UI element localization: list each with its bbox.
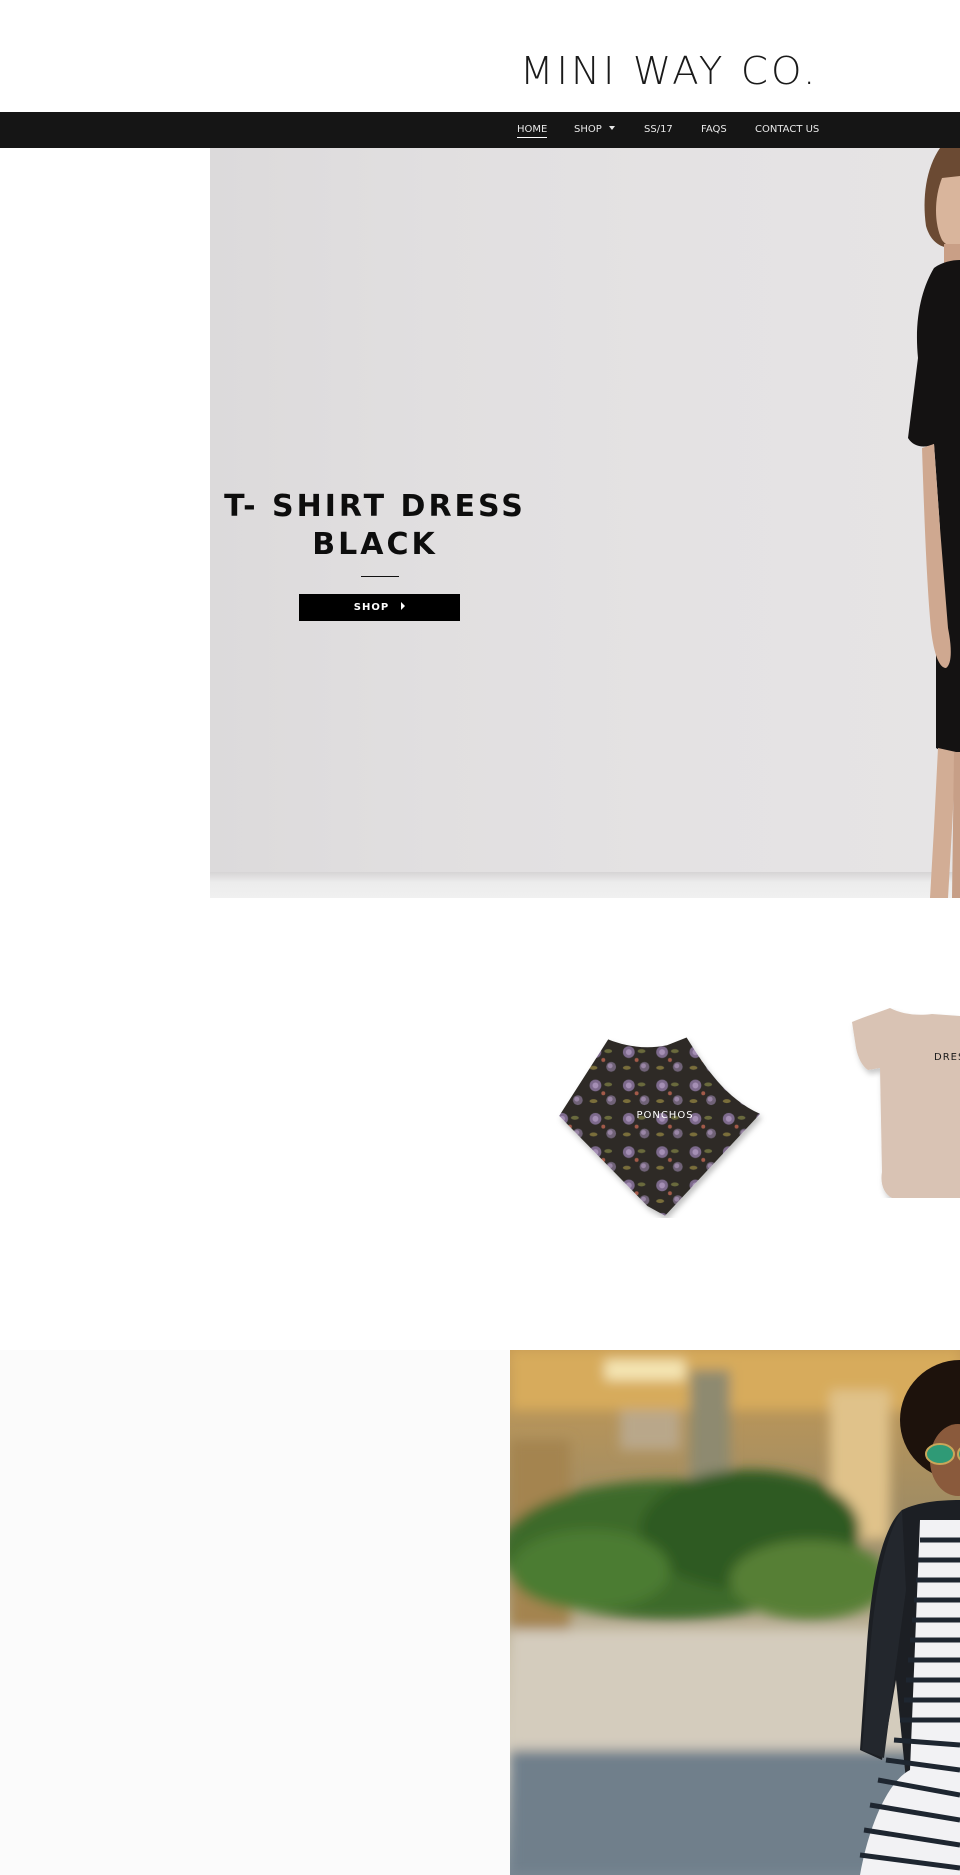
nav-item-label: HOME — [517, 124, 548, 138]
lifestyle-photo-girl-leather-jacket[interactable] — [510, 1350, 960, 1875]
nav-item-home[interactable]: HOME — [517, 112, 548, 148]
site-header: MINI WAY CO. — [0, 0, 960, 112]
caret-down-icon — [608, 126, 615, 130]
collection-image-tshirt-dress — [852, 1008, 960, 1198]
nav-item-faqs[interactable]: FAQS — [701, 112, 727, 148]
main-nav: HOME SHOP SS/17 FAQS CONTACT US — [0, 112, 960, 148]
hero-title: T- SHIRT DRESS BLACK — [224, 489, 526, 562]
hero-shop-button-label: SHOP — [353, 602, 390, 613]
collection-card-dresses[interactable]: DRES — [840, 1008, 960, 1198]
collection-card-ponchos[interactable]: PONCHOS — [530, 1018, 800, 1218]
page: MINI WAY CO. HOME SHOP SS/17 FAQS CONTAC… — [0, 0, 960, 1875]
hero-banner: T- SHIRT DRESS BLACK SHOP — [210, 148, 960, 898]
collection-label-ponchos: PONCHOS — [636, 1110, 694, 1121]
hero-photo-girl-black-dress — [908, 148, 960, 898]
nav-item-label: SHOP — [574, 124, 602, 135]
nav-item-label: FAQS — [701, 124, 727, 135]
hero-shop-button[interactable]: SHOP — [299, 594, 460, 621]
nav-item-label: SS/17 — [644, 124, 673, 135]
nav-item-label: CONTACT US — [755, 124, 820, 135]
lifestyle-section — [0, 1350, 960, 1875]
nav-item-contact-us[interactable]: CONTACT US — [755, 112, 819, 148]
nav-item-shop[interactable]: SHOP — [574, 112, 615, 148]
site-logo[interactable]: MINI WAY CO. — [520, 46, 818, 96]
caret-right-icon — [401, 602, 406, 610]
hero-divider — [361, 576, 399, 577]
collection-label-dresses: DRES — [934, 1052, 960, 1063]
collection-grid: PONCHOS DRES — [0, 898, 960, 1350]
nav-item-ss17[interactable]: SS/17 — [644, 112, 673, 148]
